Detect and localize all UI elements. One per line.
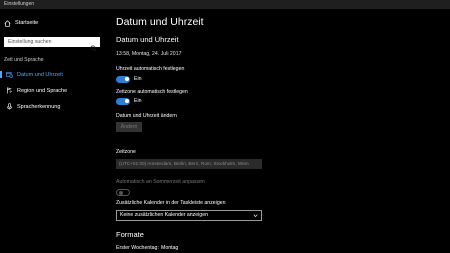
auto-time-label: Uhrzeit automatisch festlegen (116, 66, 185, 72)
home-icon (4, 19, 11, 27)
daylight-saving-toggle[interactable] (116, 188, 130, 196)
search-icon[interactable] (90, 39, 97, 52)
additional-calendars-value: Keine zusätzlichen Kalender anzeigen (120, 212, 208, 218)
auto-timezone-state: Ein (134, 98, 142, 104)
calendar-clock-icon (6, 71, 13, 78)
settings-window: Einstellungen Startseite Zeit und Sprach… (0, 0, 450, 253)
page-title: Datum und Uhrzeit (116, 16, 204, 28)
main-content: Datum und Uhrzeit Datum und Uhrzeit 13:5… (108, 9, 450, 253)
auto-timezone-label: Zeitzone automatisch festlegen (116, 89, 188, 95)
sidebar-item-speech[interactable]: Spracherkennung (0, 101, 108, 112)
sidebar-item-date-time[interactable]: Datum und Uhrzeit (0, 69, 108, 80)
search-box[interactable] (4, 37, 100, 52)
sidebar-item-region-language[interactable]: Region und Sprache (0, 85, 108, 96)
change-datetime-button[interactable]: Ändern (116, 122, 142, 132)
current-datetime: 13:58, Montag, 24. Juli 2017 (116, 51, 182, 57)
daylight-saving-row (116, 188, 134, 196)
first-weekday-label: Erster Wochentag: (116, 245, 159, 251)
auto-time-state: Ein (134, 76, 142, 82)
timezone-label: Zeitzone (116, 149, 136, 155)
additional-calendars-label: Zusätzliche Kalender in der Taskleiste a… (116, 200, 226, 206)
microphone-icon (6, 103, 13, 110)
region-language-icon (6, 87, 13, 94)
toggle-knob (118, 190, 123, 195)
sidebar-item-label: Spracherkennung (17, 103, 61, 110)
change-datetime-label: Datum und Uhrzeit ändern (116, 113, 177, 119)
section-header-date-time: Datum und Uhrzeit (116, 35, 179, 44)
timezone-dropdown[interactable]: (UTC+01:00) Amsterdam, Berlin, Bern, Rom… (116, 159, 262, 169)
home-button[interactable]: Startseite (4, 18, 38, 28)
auto-time-row: Ein (116, 75, 142, 83)
sidebar-item-label: Datum und Uhrzeit (17, 71, 63, 78)
toggle-knob (124, 77, 129, 81)
chevron-down-icon (253, 213, 258, 218)
additional-calendars-dropdown[interactable]: Keine zusätzlichen Kalender anzeigen (116, 210, 262, 221)
section-header-formats: Formate (116, 230, 144, 239)
auto-timezone-row: Ein (116, 97, 142, 105)
sidebar-section-label: Zeit und Sprache (4, 57, 44, 63)
sidebar: Startseite Zeit und Sprache Da (0, 9, 108, 253)
sidebar-item-label: Region und Sprache (17, 87, 68, 94)
search-input[interactable] (8, 38, 86, 46)
first-weekday-value: Montag (161, 245, 179, 251)
auto-timezone-toggle[interactable] (116, 97, 130, 105)
toggle-knob (124, 99, 129, 103)
auto-time-toggle[interactable] (116, 75, 130, 83)
title-bar: Einstellungen (0, 0, 450, 9)
daylight-saving-label: Automatisch an Sommerzeit anpassen (116, 179, 205, 185)
window-title: Einstellungen (4, 1, 35, 7)
home-label: Startseite (15, 20, 39, 26)
